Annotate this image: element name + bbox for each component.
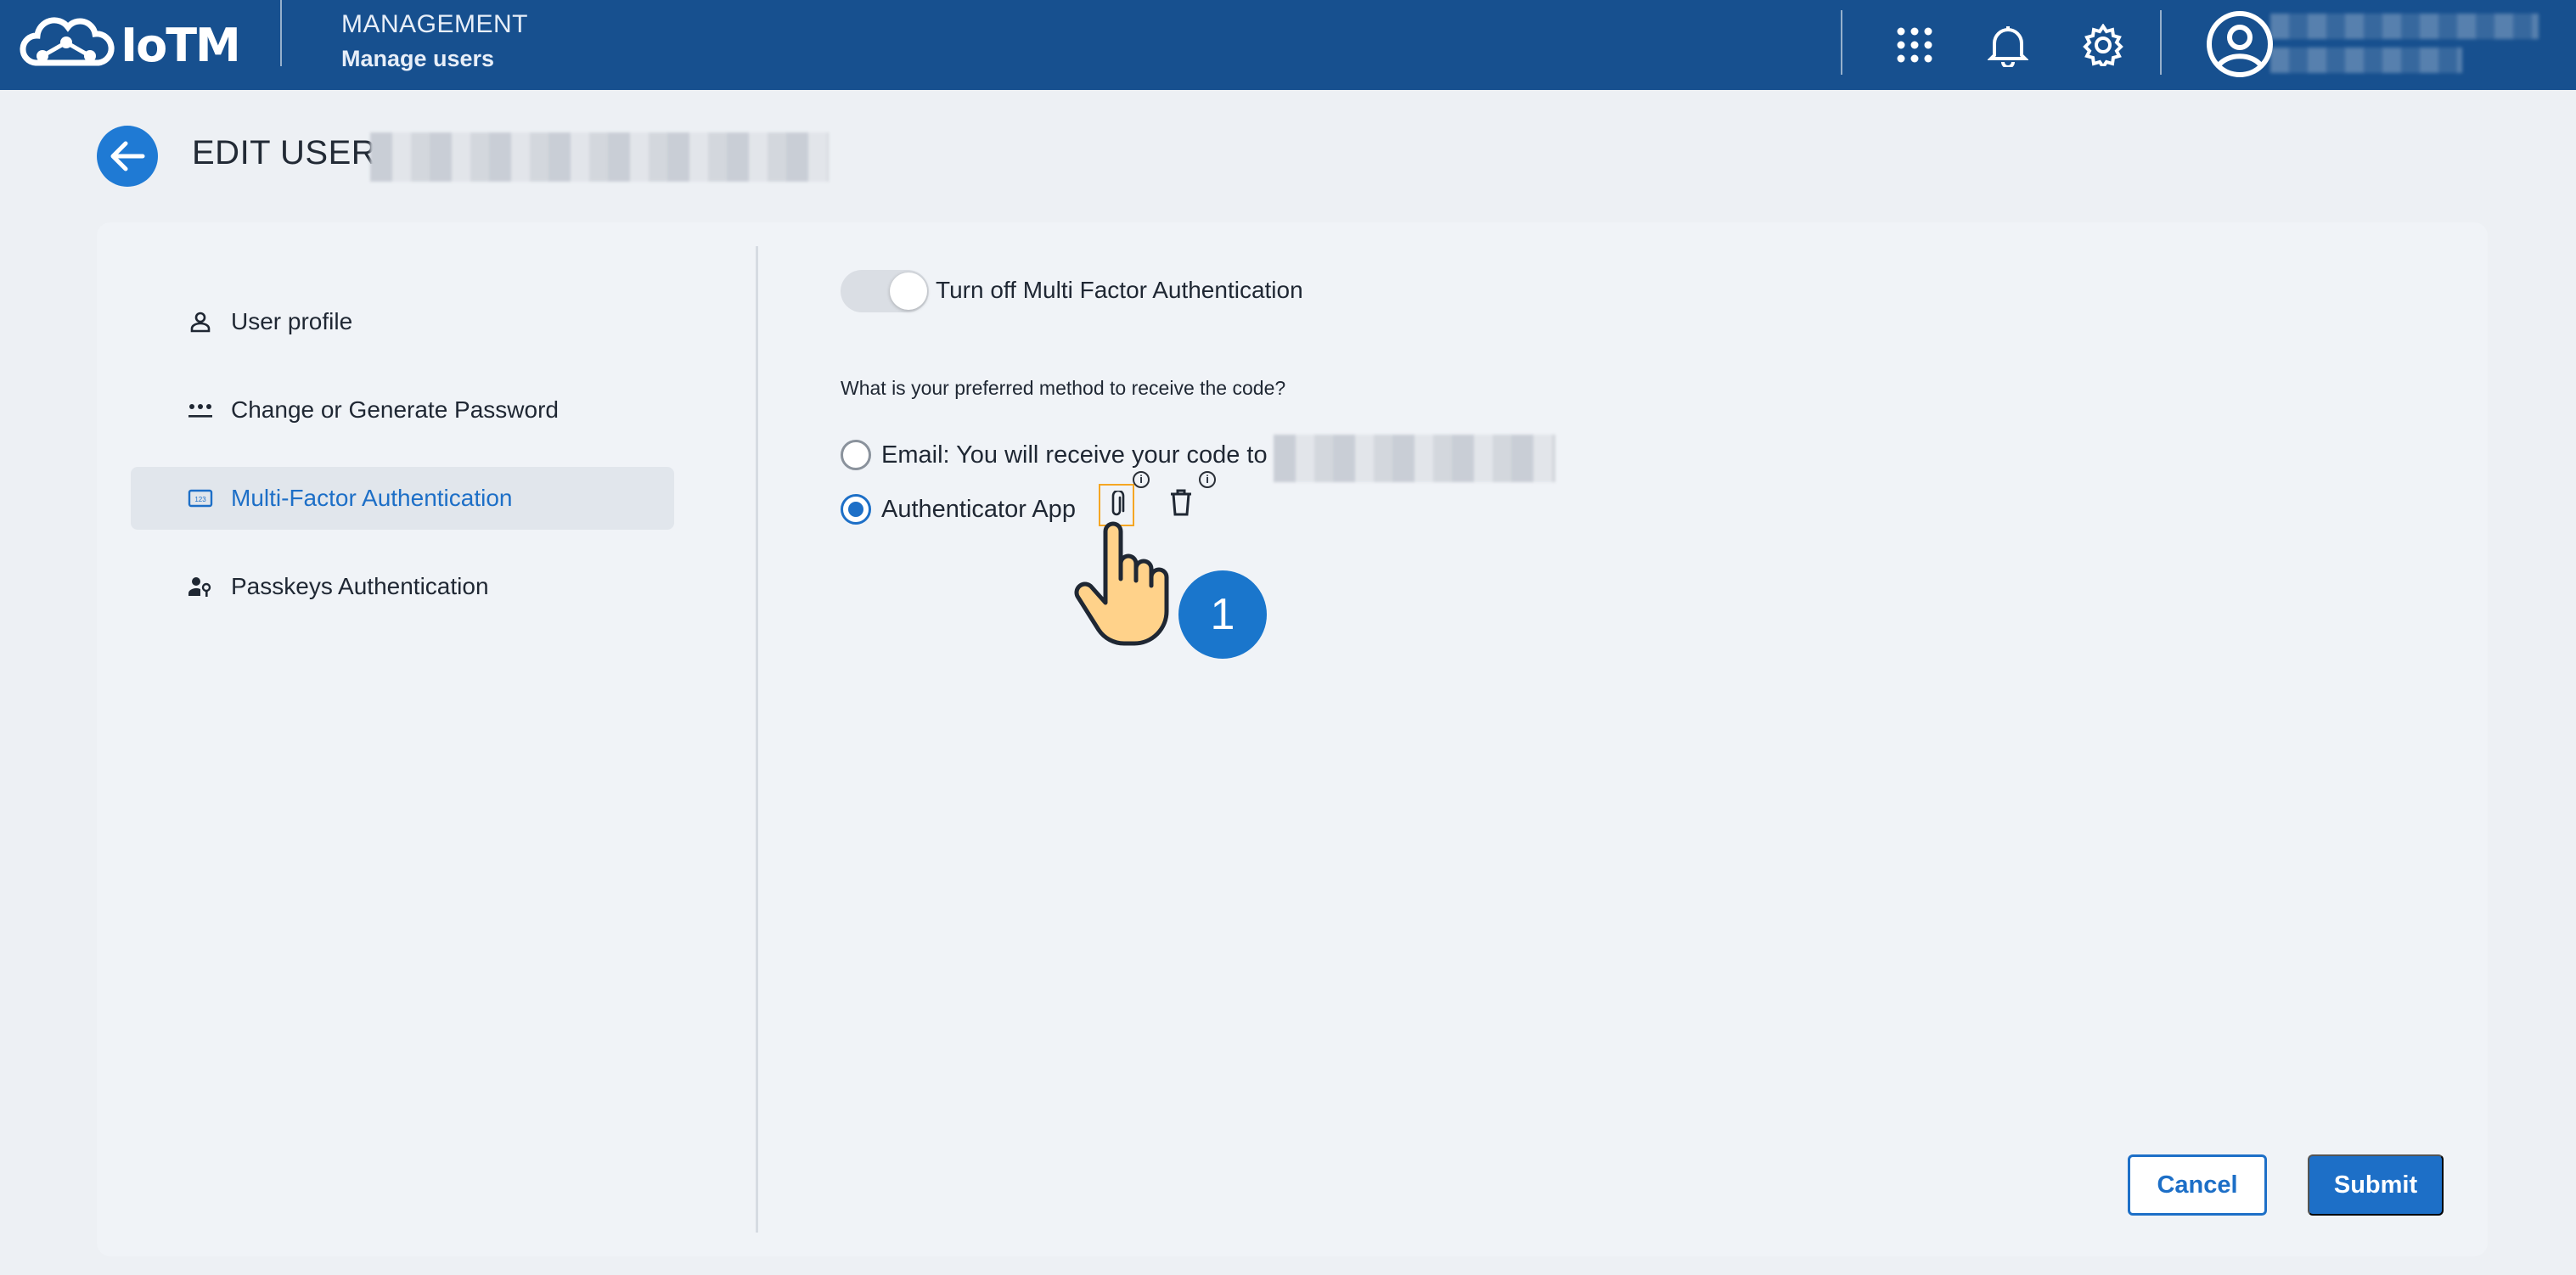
logo-text: IoTM: [121, 18, 241, 72]
trash-icon: [1171, 489, 1191, 516]
submit-button[interactable]: Submit: [2308, 1154, 2444, 1216]
pointer-hand-icon: [1074, 521, 1169, 646]
info-icon[interactable]: i: [1199, 471, 1216, 488]
page-title: EDIT USER:: [192, 134, 386, 171]
sidebar-item-mfa[interactable]: 123 Multi-Factor Authentication: [131, 467, 674, 530]
redacted-email: [1274, 435, 1555, 482]
info-icon[interactable]: i: [1133, 471, 1150, 488]
apps-grid-button[interactable]: [1888, 19, 1941, 71]
edit-user-card: [97, 222, 2488, 1256]
paperclip-icon: [1111, 491, 1125, 516]
method-question: What is your preferred method to receive…: [841, 377, 1286, 399]
user-avatar[interactable]: [2204, 8, 2275, 80]
redacted-user-role: [2270, 48, 2462, 73]
account-circle-icon: [2207, 11, 2273, 77]
password-dots-icon: [187, 396, 214, 424]
person-key-icon: [187, 573, 214, 600]
back-button[interactable]: [97, 126, 158, 187]
step-badge: 1: [1178, 570, 1267, 659]
notifications-button[interactable]: [1982, 19, 2034, 71]
sidebar-item-label: Change or Generate Password: [231, 396, 559, 423]
sidebar-item-label: Multi-Factor Authentication: [231, 485, 513, 511]
header-divider: [1841, 10, 1842, 75]
header-divider: [2160, 10, 2162, 75]
bell-icon: [1988, 26, 2028, 67]
settings-button[interactable]: [2077, 19, 2129, 71]
header-divider: [280, 0, 282, 66]
svg-text:123: 123: [194, 496, 206, 503]
sidebar-item-change-password[interactable]: Change or Generate Password: [131, 379, 674, 441]
toggle-knob: [890, 272, 927, 310]
mfa-toggle-label: Turn off Multi Factor Authentication: [936, 277, 1303, 303]
delete-button[interactable]: [1167, 486, 1195, 520]
sidebar-item-label: Passkeys Authentication: [231, 573, 489, 599]
authenticator-app-radio[interactable]: [841, 494, 871, 525]
arrow-left-icon: [110, 141, 145, 171]
mfa-toggle[interactable]: [841, 270, 929, 312]
authenticator-app-label: Authenticator App: [881, 496, 1076, 523]
apps-grid-icon: [1897, 27, 1932, 63]
sidebar-item-user-profile[interactable]: User profile: [131, 290, 674, 353]
card-divider: [756, 246, 758, 1233]
module-subtitle: Manage users: [341, 46, 495, 71]
redacted-user-id: [370, 132, 829, 182]
email-option-label: Email: You will receive your code to: [881, 441, 1268, 469]
redacted-user-name: [2270, 14, 2539, 39]
sidebar-item-label: User profile: [231, 308, 353, 334]
person-icon: [187, 308, 214, 335]
module-title: MANAGEMENT Manage users: [341, 10, 528, 72]
gear-icon: [2083, 24, 2123, 66]
module-name: MANAGEMENT: [341, 10, 529, 38]
app-logo[interactable]: IoTM: [17, 12, 241, 78]
pin-icon: 123: [187, 485, 214, 512]
cloud-logo-icon: [20, 17, 115, 66]
sidebar-item-passkeys[interactable]: Passkeys Authentication: [131, 555, 674, 618]
email-radio[interactable]: [841, 440, 871, 470]
top-bar: IoTM MANAGEMENT Manage users: [0, 0, 2576, 90]
cancel-button[interactable]: Cancel: [2128, 1154, 2267, 1216]
